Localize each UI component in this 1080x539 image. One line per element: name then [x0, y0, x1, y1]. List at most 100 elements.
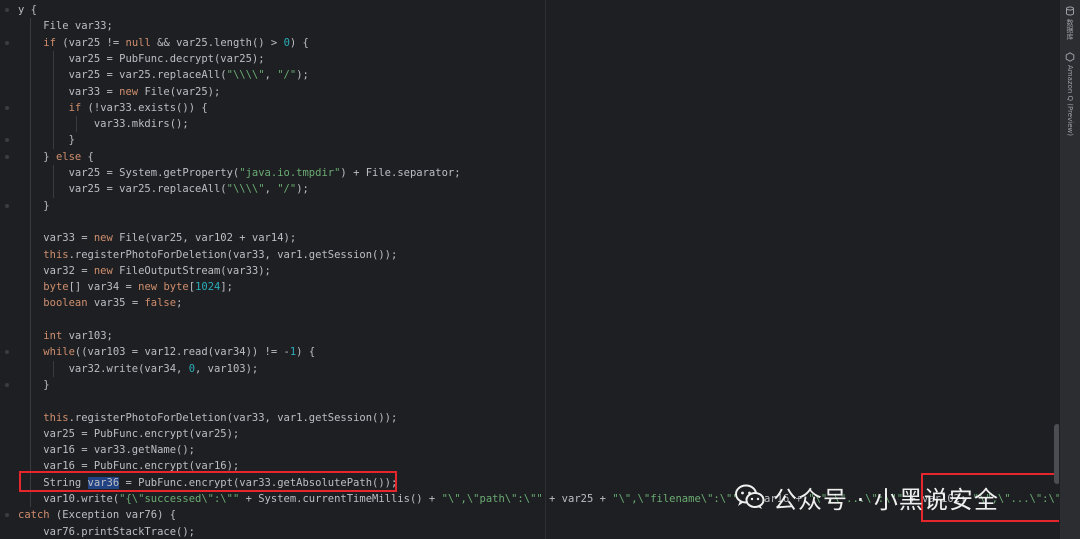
fold-marker[interactable] — [5, 350, 9, 355]
code-token: int — [43, 330, 63, 342]
code-token: var103; — [62, 330, 113, 342]
code-line[interactable]: var25 = var25.replaceAll("\\\\", "/"); — [18, 67, 309, 83]
code-token: , var103); — [195, 362, 259, 375]
code-line[interactable]: int var103; — [18, 328, 113, 344]
code-line[interactable]: } — [18, 198, 50, 214]
code-token: this — [43, 248, 69, 261]
code-token: var33.mkdirs(); — [18, 118, 189, 131]
indent-guide — [53, 165, 54, 198]
code-line[interactable]: catch (Exception var76) { — [18, 507, 176, 523]
code-token: } — [18, 199, 50, 212]
code-line[interactable]: y { — [18, 2, 37, 18]
code-token: var25 = PubFunc.encrypt(var25); — [18, 427, 240, 440]
code-token: ; — [176, 297, 183, 310]
code-token: new — [93, 232, 113, 245]
code-token: "/" — [277, 183, 297, 196]
code-token: "\\\\" — [226, 183, 265, 196]
code-line[interactable]: this.registerPhotoForDeletion(var33, var… — [18, 410, 397, 426]
code-line[interactable]: var76.printStackTrace(); — [18, 524, 195, 539]
code-token: ((var103 = var12.read(var34)) != - — [74, 346, 290, 359]
code-line[interactable]: if (!var33.exists()) { — [18, 100, 208, 116]
code-token: ); — [296, 183, 309, 196]
code-line[interactable]: byte[] var34 = new byte[1024]; — [18, 279, 233, 295]
code-token: "{\"successed\":\"" — [119, 493, 240, 505]
code-line[interactable]: var25 = PubFunc.encrypt(var25); — [18, 426, 239, 442]
code-line[interactable]: var32.write(var34, 0, var103); — [18, 361, 259, 377]
amazon-q-tool-tab[interactable]: Amazon Q (Preview) — [1063, 52, 1077, 136]
code-token: ) { — [289, 36, 309, 49]
code-token: catch — [18, 509, 50, 522]
code-token: } — [18, 378, 50, 391]
code-token: var25 = var25.replaceAll( — [18, 183, 227, 196]
code-line[interactable]: } — [18, 132, 75, 148]
code-token: y { — [18, 4, 37, 16]
fold-marker[interactable] — [5, 105, 9, 110]
code-token: while — [43, 346, 75, 359]
gutter — [3, 0, 13, 539]
code-line[interactable]: var33 = new File(var25, var102 + var14); — [18, 230, 296, 246]
code-line[interactable]: while((var103 = var12.read(var34)) != -1… — [18, 344, 315, 360]
code-token: var25 = var25.replaceAll( — [18, 69, 227, 82]
code-token: .registerPhotoForDeletion(var33, var1.ge… — [68, 411, 398, 424]
code-token: } — [18, 150, 56, 163]
fold-marker[interactable] — [5, 513, 9, 518]
watermark-text: 公众号 · 小黑说安全 — [773, 485, 999, 514]
code-token: File(var25, var102 + var14); — [112, 232, 297, 245]
code-line[interactable]: boolean var35 = false; — [18, 295, 182, 311]
indent-guide — [76, 116, 77, 133]
code-token: var16 = var33.getName(); — [18, 444, 196, 457]
database-tool-tab[interactable]: 数据库 — [1063, 6, 1077, 40]
code-token: var33 = — [18, 85, 120, 98]
code-token: [] var34 = — [68, 281, 139, 294]
code-token: FileOutputStream(var33); — [112, 264, 271, 277]
code-line[interactable]: var25 = PubFunc.decrypt(var25); — [18, 51, 265, 67]
code-line[interactable]: var32 = new FileOutputStream(var33); — [18, 263, 271, 279]
code-token: (var25 != — [55, 36, 126, 49]
code-line[interactable]: if (var25 != null && var25.length() > 0)… — [18, 35, 309, 51]
right-margin-guide — [545, 0, 546, 539]
code-area[interactable]: y { File var33; if (var25 != null && var… — [0, 0, 1060, 539]
code-line[interactable]: var33.mkdirs(); — [18, 116, 189, 132]
code-token: "/" — [277, 69, 297, 82]
code-line[interactable]: File var33; — [18, 18, 113, 34]
wechat-icon — [735, 484, 765, 509]
fold-marker[interactable] — [5, 382, 9, 387]
indent-guide — [53, 360, 54, 377]
code-token: { — [81, 150, 94, 163]
code-line[interactable]: var25 = var25.replaceAll("\\\\", "/"); — [18, 181, 309, 197]
highlight-box-var36-line — [19, 471, 397, 492]
code-token: false — [144, 297, 177, 310]
code-token: + var25 + — [542, 493, 613, 505]
fold-marker[interactable] — [5, 8, 9, 12]
code-line[interactable]: this.registerPhotoForDeletion(var33, var… — [18, 247, 397, 263]
code-line[interactable]: } — [18, 377, 50, 393]
code-token: var76.printStackTrace(); — [18, 525, 196, 538]
code-token: new — [93, 264, 113, 277]
code-token: var32.write(var34, — [18, 362, 189, 375]
fold-marker[interactable] — [5, 154, 9, 159]
code-token: ) { — [296, 346, 316, 359]
code-token: , — [264, 183, 278, 196]
code-token: if — [68, 101, 82, 114]
code-token: , — [264, 69, 278, 82]
fold-marker[interactable] — [5, 40, 9, 45]
code-token: var25 = System.getProperty( — [18, 167, 240, 179]
fold-marker[interactable] — [5, 138, 9, 143]
code-line[interactable]: var25 = System.getProperty("java.io.tmpd… — [18, 165, 461, 181]
code-token: var10.write( — [18, 493, 120, 505]
code-token: File var33; — [18, 20, 113, 33]
code-line[interactable]: var33 = new File(var25); — [18, 84, 221, 100]
code-token: 1024 — [195, 281, 221, 294]
code-token: && var25.length() > — [150, 36, 284, 49]
indent-guide — [30, 18, 31, 508]
watermark: 公众号 · 小黑说安全 — [735, 477, 999, 517]
amazon-q-icon — [1065, 52, 1075, 62]
database-tab-label: 数据库 — [1066, 19, 1074, 40]
code-line[interactable]: var16 = var33.getName(); — [18, 442, 195, 458]
code-token: File(var25); — [138, 85, 221, 98]
fold-marker[interactable] — [5, 203, 9, 208]
code-token: boolean — [43, 297, 88, 310]
code-editor[interactable]: y { File var33; if (var25 != null && var… — [0, 0, 1080, 539]
code-token: null — [125, 36, 151, 49]
code-token: "java.io.tmpdir" — [239, 167, 341, 179]
